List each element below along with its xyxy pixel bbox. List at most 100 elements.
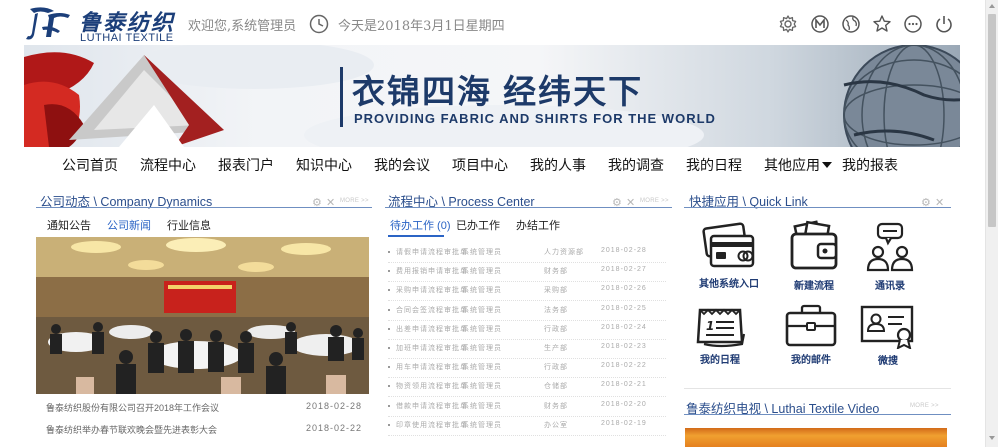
nav-item-process-center[interactable]: 流程中心 (140, 155, 196, 175)
table-row[interactable]: 费用报销申请审批单 系统管理员 财务部 2018-02-27 (388, 265, 666, 283)
divider (385, 207, 672, 208)
nav-item-my-hr[interactable]: 我的人事 (530, 155, 586, 175)
process-name: 采购申请流程审批单 (396, 287, 468, 295)
bullet-icon (388, 404, 390, 407)
nav-item-knowledge-center[interactable]: 知识中心 (296, 155, 352, 175)
svg-text:1: 1 (706, 319, 714, 333)
process-department: 行政部 (544, 325, 568, 333)
logo-mark-icon (26, 7, 70, 40)
process-department: 行政部 (544, 364, 568, 372)
process-department: 财务部 (544, 268, 568, 276)
process-name: 加班申请流程审批单 (396, 345, 468, 352)
briefcase-icon (785, 304, 837, 347)
process-applicant: 系统管理员 (462, 249, 502, 256)
tab-pending-work[interactable]: 待办工作 (0) (390, 217, 451, 233)
power-icon[interactable] (934, 14, 954, 34)
globe-icon[interactable] (841, 14, 861, 34)
calendar-icon: 1 (696, 308, 746, 348)
process-date: 2018-02-24 (601, 323, 647, 331)
nav-item-project-center[interactable]: 项目中心 (452, 155, 508, 175)
process-name: 借款申请流程审批单 (396, 402, 468, 410)
process-date: 2018-02-21 (601, 381, 647, 389)
quicklink-my-mail[interactable]: 我的邮件 (776, 304, 846, 366)
process-name: 印章使用流程审批单 (396, 421, 468, 429)
tab-notices[interactable]: 通知公告 (47, 217, 91, 233)
logo-english-text: LUTHAI TEXTILE (80, 32, 174, 44)
table-row[interactable]: 借款申请流程审批单 系统管理员 财务部 2018-02-20 (388, 400, 666, 417)
nav-item-report-portal[interactable]: 报表门户 (218, 155, 274, 175)
nav-item-my-surveys[interactable]: 我的调查 (608, 155, 664, 175)
wallet-icon (790, 220, 838, 270)
scroll-thumb[interactable] (988, 14, 996, 227)
news-item-title[interactable]: 鲁泰纺织股份有限公司召开2018年工作会议 (46, 401, 219, 414)
gear-icon[interactable] (778, 14, 798, 34)
more-link[interactable]: MORE >> (340, 198, 369, 204)
row-divider (388, 377, 666, 379)
process-name: 费用报销申请审批单 (396, 268, 468, 276)
more-link[interactable]: MORE >> (640, 198, 669, 204)
quicklink-label: 我的邮件 (791, 355, 831, 366)
process-date: 2018-02-26 (601, 285, 647, 293)
contacts-icon (866, 222, 914, 272)
quicklink-wei-search[interactable]: 微搜 (853, 305, 923, 367)
table-row[interactable]: 印章使用流程审批单 系统管理员 办公室 2018-02-19 (388, 419, 666, 436)
clock-icon (309, 14, 329, 34)
table-row[interactable]: 合同会签流程审批单 系统管理员 法务部 2018-02-25 (388, 304, 666, 321)
table-row[interactable]: 采购申请流程审批单 系统管理员 采购部 2018-02-26 (388, 284, 666, 302)
bullet-icon (388, 289, 390, 292)
quicklink-new-process[interactable]: 新建流程 (779, 220, 849, 292)
scroll-down-arrow-icon[interactable] (989, 436, 995, 440)
divider (684, 207, 951, 208)
process-applicant: 系统管理员 (462, 306, 502, 314)
row-divider (388, 300, 666, 302)
process-name: 物资领用流程审批单 (396, 383, 468, 391)
bullet-icon (388, 308, 390, 311)
process-date: 2018-02-20 (601, 400, 647, 408)
nav-item-home[interactable]: 公司首页 (62, 155, 118, 175)
bullet-icon (388, 347, 390, 349)
table-row[interactable]: 用车申请流程审批单 系统管理员 行政部 2018-02-22 (388, 361, 666, 379)
video-player[interactable] (685, 428, 947, 447)
tab-completed-work[interactable]: 办结工作 (516, 217, 560, 233)
nav-item-my-meetings[interactable]: 我的会议 (374, 155, 430, 175)
process-applicant: 系统管理员 (462, 345, 502, 352)
nav-item-other-apps[interactable]: 其他应用 (764, 155, 832, 175)
tab-industry-info[interactable]: 行业信息 (167, 217, 211, 233)
welcome-text: 欢迎您,系统管理员 (188, 19, 297, 34)
table-row[interactable]: 出差申请流程审批单 系统管理员 行政部 2018-02-24 (388, 323, 666, 340)
row-divider (388, 396, 666, 398)
nav-item-my-reports[interactable]: 我的报表 (842, 155, 898, 175)
quicklink-my-schedule[interactable]: 1 我的日程 (685, 304, 755, 366)
quicklink-other-systems[interactable]: 其他系统入口 (694, 222, 764, 290)
scroll-up-arrow-icon[interactable] (989, 4, 995, 8)
company-logo[interactable]: 鲁泰纺织 LUTHAI TEXTILE (24, 5, 176, 44)
divider (684, 388, 951, 389)
news-item-title[interactable]: 鲁泰纺织举办春节联欢晚会暨先进表彰大会 (46, 423, 217, 436)
nav-item-my-schedule[interactable]: 我的日程 (686, 155, 742, 175)
quicklink-contacts[interactable]: 通讯录 (855, 222, 925, 292)
news-photo[interactable] (36, 237, 369, 394)
news-item-date: 2018-02-22 (306, 423, 363, 433)
more-link[interactable]: MORE >> (910, 403, 939, 409)
table-row[interactable]: 物资领用流程审批单 系统管理员 仓储部 2018-02-21 (388, 380, 666, 398)
process-department: 仓储部 (544, 383, 568, 391)
banner-slogan-english: PROVIDING FABRIC AND SHIRTS FOR THE WORL… (354, 111, 716, 126)
scrollbar[interactable] (985, 0, 998, 447)
certificate-icon (860, 305, 914, 349)
banquet-photo-image (36, 237, 369, 394)
quicklink-label: 我的日程 (700, 355, 740, 366)
tab-company-news[interactable]: 公司新闻 (107, 217, 151, 233)
star-icon[interactable] (872, 14, 892, 34)
more-icon[interactable] (903, 14, 923, 34)
row-divider (388, 434, 666, 436)
process-date: 2018-02-22 (601, 362, 647, 370)
card-icon (702, 222, 755, 268)
quicklink-label: 微搜 (878, 356, 898, 367)
table-row[interactable]: 加班申请流程审批单 系统管理员 生产部 2018-02-23 (388, 342, 666, 359)
tab-done-work[interactable]: 已办工作 (456, 217, 500, 233)
m-circle-icon[interactable] (810, 14, 830, 34)
table-row[interactable]: 请假申请流程审批单 系统管理员 人力资源部 2018-02-28 (388, 246, 666, 263)
quicklink-label: 通讯录 (875, 281, 905, 292)
row-divider (388, 262, 666, 263)
process-date: 2018-02-19 (601, 419, 647, 427)
